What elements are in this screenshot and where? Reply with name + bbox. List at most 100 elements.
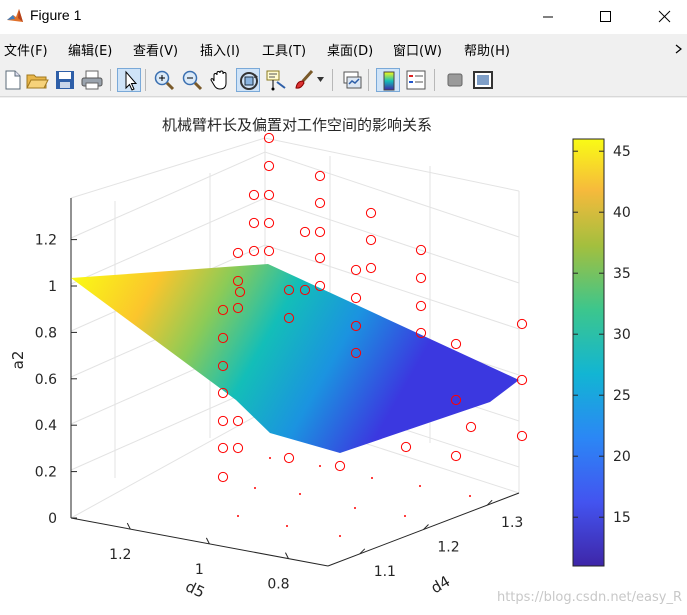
- minimize-icon: [543, 16, 553, 18]
- figure-canvas[interactable]: 0 0.2 0.4 0.6 0.8 1 1.2 0.8 1 1.2 1.1 1.2 1.3 机械臂杆…: [0, 98, 687, 615]
- x-tick-label: 1.3: [501, 515, 523, 531]
- open-file-button[interactable]: [25, 68, 49, 92]
- zoom-in-icon: [154, 70, 175, 91]
- menu-window[interactable]: 窗口(W): [393, 40, 442, 59]
- scatter-dot: [254, 487, 256, 489]
- menu-view[interactable]: 查看(V): [133, 40, 178, 59]
- hide-plot-tools-button[interactable]: [443, 68, 467, 92]
- z-tick-label: 1.2: [35, 233, 57, 249]
- close-button[interactable]: [641, 0, 687, 34]
- y-tick-label: 1.2: [109, 547, 131, 563]
- x-axis-label: d4: [428, 572, 454, 597]
- data-cursor-button[interactable]: [264, 68, 288, 92]
- x-tick-label: 1.1: [374, 564, 396, 580]
- y-tick-label: 0.8: [267, 577, 289, 593]
- brush-button[interactable]: [292, 68, 316, 92]
- new-figure-button[interactable]: [1, 68, 25, 92]
- menu-edit[interactable]: 编辑(E): [68, 40, 112, 59]
- insert-legend-button[interactable]: [404, 68, 428, 92]
- hide-tools-icon: [447, 73, 463, 87]
- scatter-point: [400, 441, 412, 453]
- scatter-point: [248, 217, 260, 229]
- window-title: Figure 1: [30, 7, 82, 23]
- toolbar-separator: [145, 69, 146, 91]
- scatter-dot: [269, 457, 271, 459]
- scatter-dot: [371, 477, 373, 479]
- new-file-icon: [5, 70, 21, 90]
- scatter-dot: [237, 515, 239, 517]
- save-icon: [56, 71, 74, 89]
- legend-icon: [406, 70, 426, 90]
- y-axis-label: d5: [183, 577, 208, 601]
- scatter-point: [415, 300, 427, 312]
- y-tick-label: 1: [195, 562, 204, 578]
- menu-chevron-icon[interactable]: [675, 43, 683, 55]
- scatter-point: [314, 226, 326, 238]
- figure-toolbar: [0, 64, 687, 97]
- colorbar-tick-label: 20: [613, 449, 631, 465]
- colorbar-tick-label: 40: [613, 205, 631, 221]
- scatter-point: [334, 460, 346, 472]
- menu-bar: 文件(F) 编辑(E) 查看(V) 插入(I) 工具(T) 桌面(D) 窗口(W…: [0, 36, 687, 62]
- colorbar-tick-label: 25: [613, 388, 631, 404]
- zoom-in-button[interactable]: [152, 68, 176, 92]
- menu-file[interactable]: 文件(F): [4, 40, 48, 59]
- toolbar-separator: [434, 69, 435, 91]
- colorbar-tick-label: 30: [613, 327, 631, 343]
- scatter-point: [232, 415, 244, 427]
- scatter-point: [299, 226, 311, 238]
- maximize-icon: [600, 11, 611, 22]
- scatter-point: [450, 338, 462, 350]
- rotate-3d-icon: [240, 72, 258, 90]
- close-icon: [658, 10, 671, 23]
- toolbar-separator: [110, 69, 111, 91]
- rotate-3d-button[interactable]: [236, 68, 260, 92]
- z-tick-label: 0: [48, 511, 57, 527]
- scatter-point: [350, 292, 362, 304]
- menu-help[interactable]: 帮助(H): [464, 40, 510, 59]
- colorbar-tick-label: 45: [613, 144, 631, 160]
- menu-insert[interactable]: 插入(I): [200, 40, 240, 59]
- scatter-dot: [299, 493, 301, 495]
- chevron-down-icon[interactable]: [317, 77, 325, 83]
- scatter-point: [314, 170, 326, 182]
- scatter-point: [450, 450, 462, 462]
- watermark: https://blog.csdn.net/easy_R: [497, 590, 682, 605]
- colorbar[interactable]: [572, 138, 605, 567]
- scatter-point: [283, 452, 295, 464]
- link-plot-icon: [343, 71, 362, 89]
- edit-plot-button[interactable]: [117, 68, 141, 92]
- scatter-point: [217, 442, 229, 454]
- scatter-point: [217, 471, 229, 483]
- pointer-arrow-icon: [125, 70, 138, 91]
- print-figure-button[interactable]: [80, 68, 104, 92]
- scatter-point: [232, 442, 244, 454]
- pan-button[interactable]: [208, 68, 232, 92]
- menu-tools[interactable]: 工具(T): [262, 40, 306, 59]
- colorbar-tick-label: 35: [613, 266, 631, 282]
- brush-icon: [295, 69, 314, 89]
- scatter-point: [365, 234, 377, 246]
- plot-svg[interactable]: 0 0.2 0.4 0.6 0.8 1 1.2 0.8 1 1.2 1.1 1.2 1.3 机械臂杆…: [0, 98, 687, 615]
- link-plot-button[interactable]: [340, 68, 364, 92]
- scatter-point: [350, 264, 362, 276]
- scatter-dot: [469, 495, 471, 497]
- colorbar-icon: [383, 71, 395, 91]
- toolbar-separator: [368, 69, 369, 91]
- z-tick-label: 0.8: [35, 325, 57, 341]
- show-plot-tools-button[interactable]: [471, 68, 495, 92]
- maximize-button[interactable]: [582, 0, 628, 34]
- save-figure-button[interactable]: [53, 68, 77, 92]
- scatter-dot: [354, 507, 356, 509]
- scatter-point: [365, 207, 377, 219]
- zoom-out-button[interactable]: [180, 68, 204, 92]
- colorbar-tick-label: 15: [613, 510, 631, 526]
- minimize-button[interactable]: [525, 0, 571, 34]
- window-titlebar: Figure 1: [0, 0, 687, 34]
- insert-colorbar-button[interactable]: [376, 68, 400, 92]
- z-tick-label: 1: [48, 279, 57, 295]
- z-tick-label: 0.4: [35, 418, 57, 434]
- surface-plot: [71, 264, 519, 453]
- hand-icon: [210, 70, 227, 90]
- menu-desktop[interactable]: 桌面(D): [327, 40, 373, 59]
